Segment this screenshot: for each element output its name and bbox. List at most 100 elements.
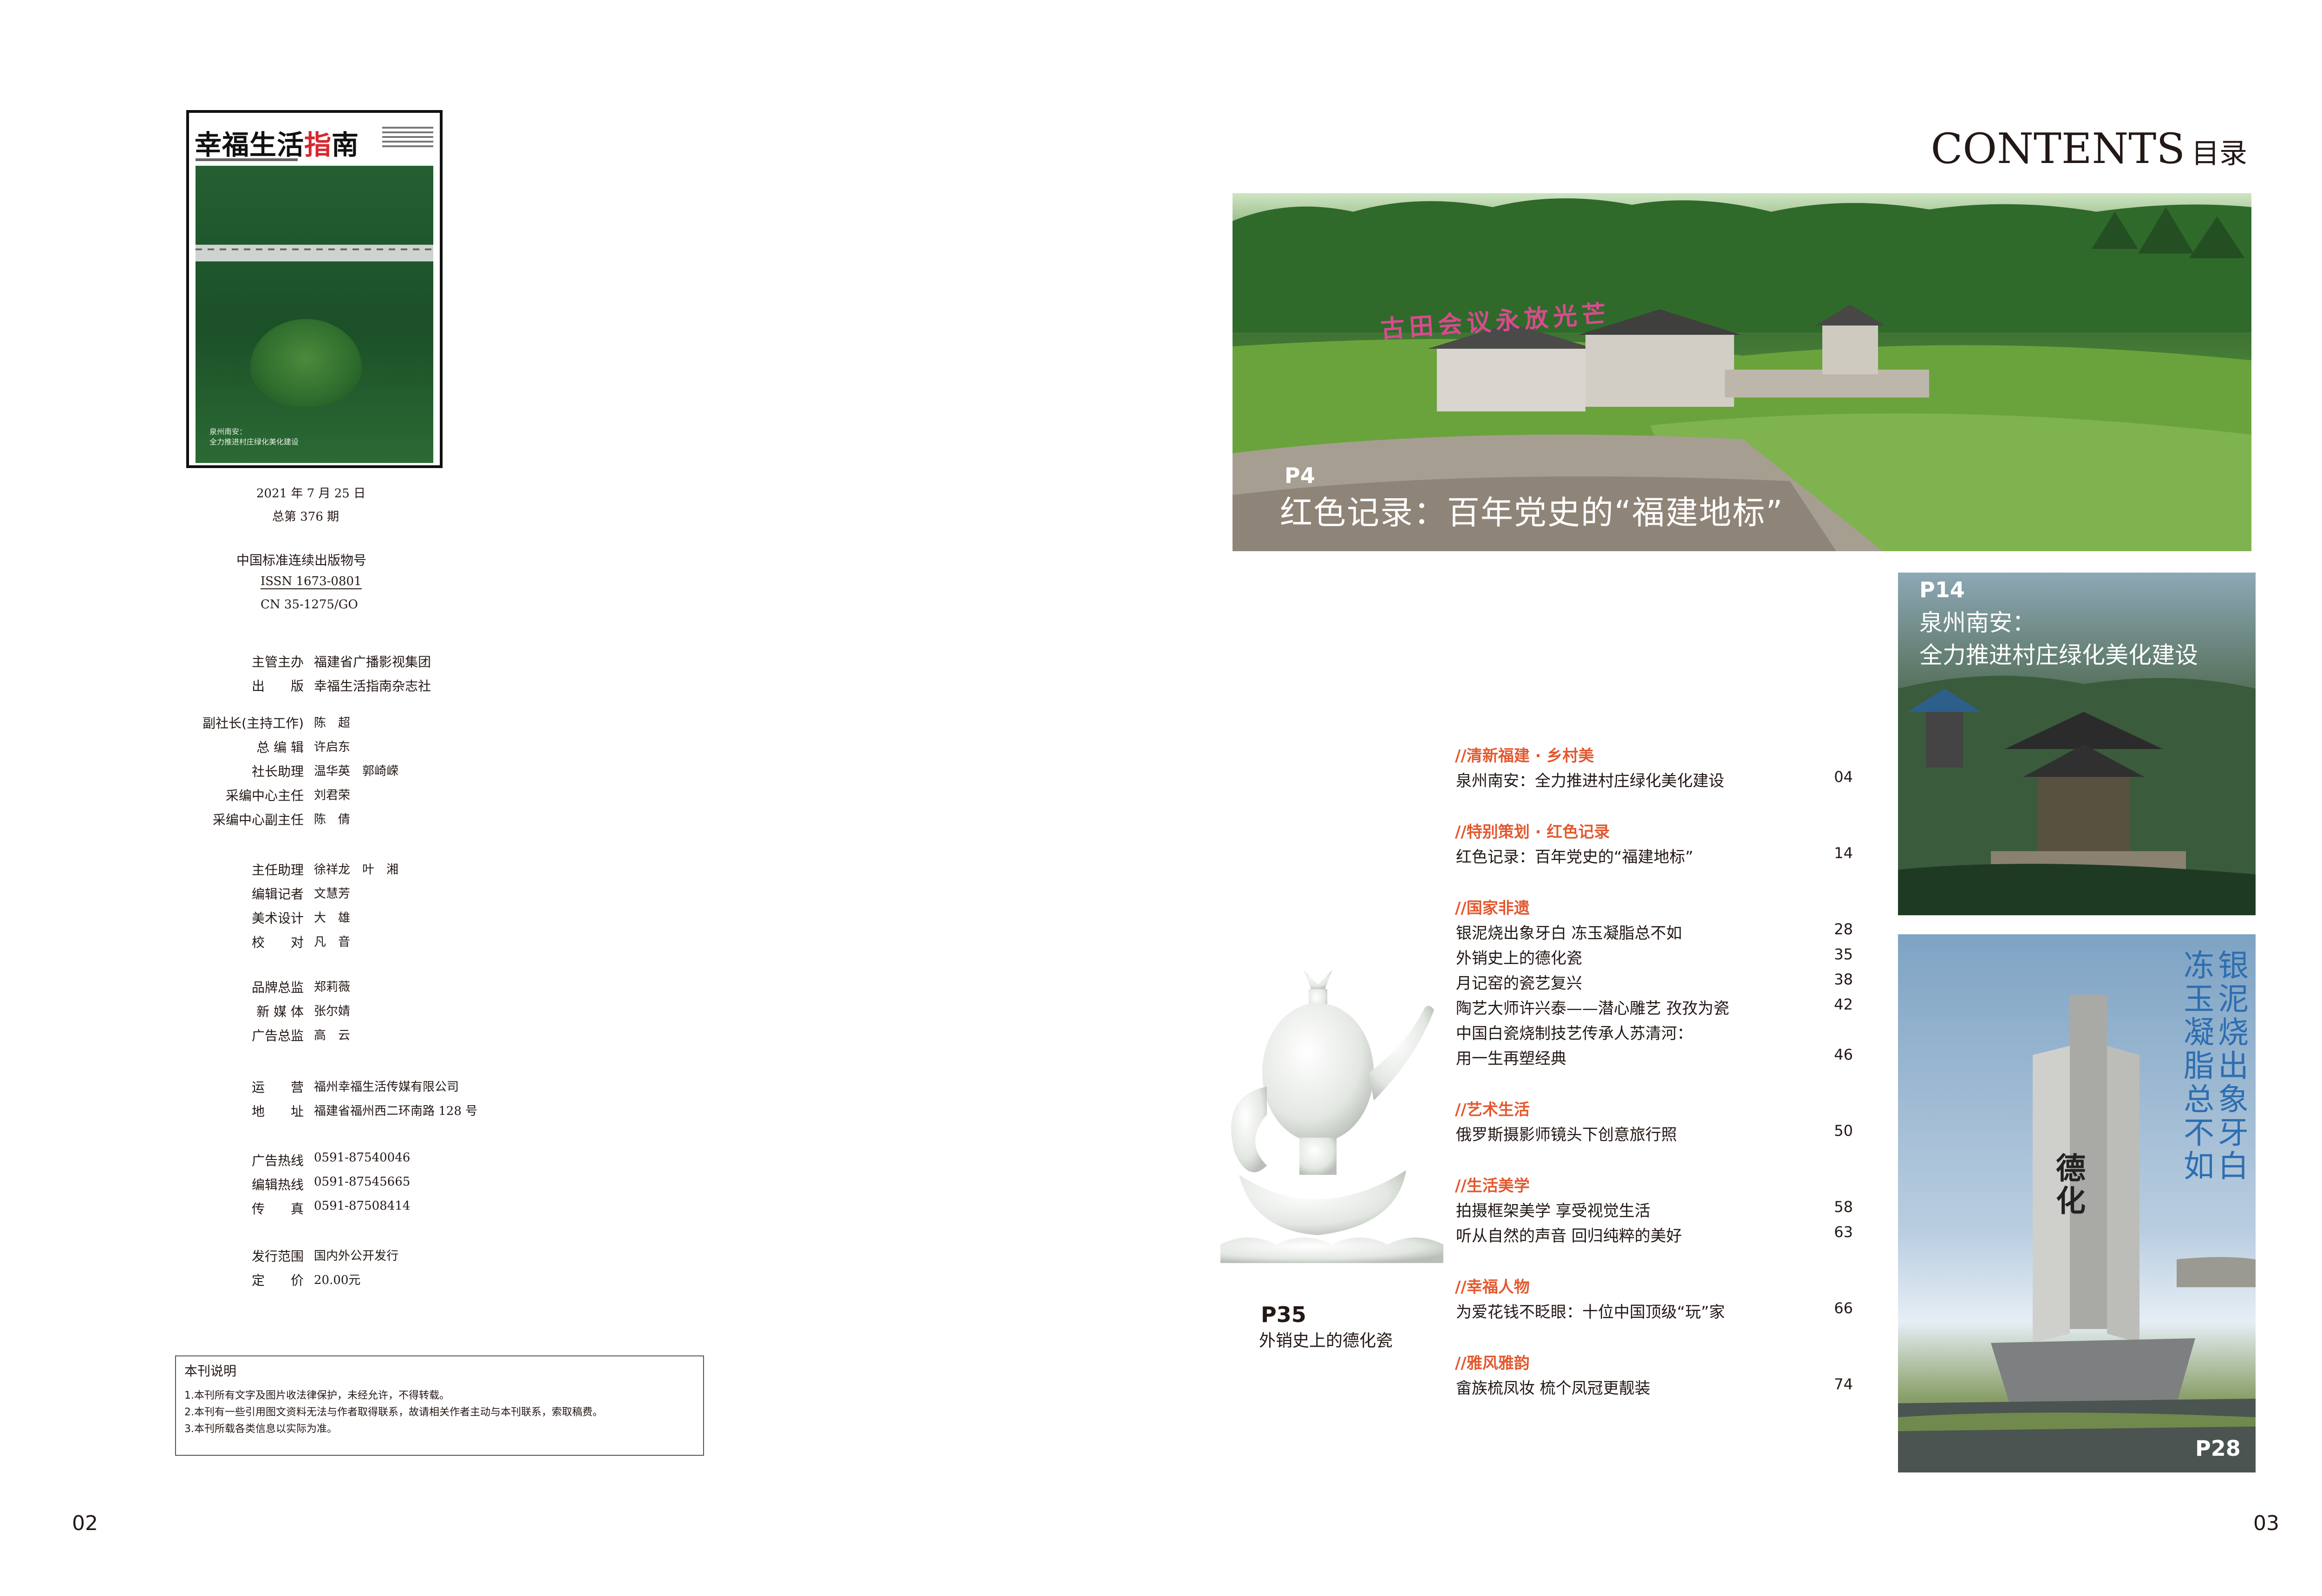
p4-label: P4 [1285, 463, 1315, 488]
p4-title: 红色记录：百年党史的“福建地标” [1280, 494, 1784, 532]
p14-label: P14 [1919, 577, 1965, 602]
masthead-value: 大 雄 [314, 911, 351, 925]
p28-label: P28 [2195, 1436, 2241, 1461]
cover-bridge [196, 245, 433, 261]
toc-section-heading: //特别策划 · 红色记录 [1455, 823, 1610, 841]
monument-text: 德化 [2051, 1153, 2085, 1218]
cover-logo: 幸福生活指南 [195, 129, 359, 161]
toc-section-heading: //雅风雅韵 [1455, 1354, 1530, 1373]
masthead-value: 国内外公开发行 [314, 1249, 399, 1263]
masthead-value: 幸福生活指南杂志社 [314, 678, 431, 694]
masthead-label: 社长助理 [251, 764, 304, 779]
toc-section-heading: //生活美学 [1455, 1177, 1530, 1195]
feature-photo-p28: 德化 银泥烧出象牙白 冻玉凝脂总不如 P28 [1898, 934, 2256, 1472]
masthead-value: 刘君荣 [314, 788, 351, 802]
notice-line: 3.本刊所载各类信息以实际为准。 [184, 1423, 337, 1435]
masthead-value: 20.00元 [314, 1273, 361, 1287]
toc-page-number: 66 [1834, 1299, 1853, 1317]
masthead-label: 出 版 [251, 678, 304, 694]
masthead-value: 文慧芳 [314, 887, 351, 901]
masthead-value: 福州幸福生活传媒有限公司 [314, 1080, 459, 1094]
masthead-label: 采编中心副主任 [212, 812, 304, 827]
masthead-label: 定 价 [251, 1273, 304, 1288]
page-number-right: 03 [2253, 1511, 2279, 1535]
toc-page-number: 28 [1834, 920, 1853, 938]
toc-entry[interactable]: 月记窑的瓷艺复兴 [1456, 971, 1582, 993]
toc-page-number: 74 [1834, 1375, 1853, 1393]
toc-section-heading: //幸福人物 [1455, 1278, 1530, 1296]
masthead-label: 品牌总监 [251, 980, 304, 995]
toc-entry[interactable]: 外销史上的德化瓷 [1456, 945, 1582, 968]
masthead-value: 徐祥龙 叶 湘 [314, 863, 399, 877]
toc-page-number: 04 [1834, 768, 1853, 786]
toc-section-heading: //国家非遗 [1455, 899, 1530, 918]
feature-photo-p4: 古田会议永放光芒 P4 红色记录：百年党史的“福建地标” [1233, 193, 2251, 551]
masthead-value: 福建省福州西二环南路 128 号 [314, 1104, 478, 1118]
cover-caption: 泉州南安： 全力推进村庄绿化美化建设 [209, 427, 299, 446]
contents-heading: CONTENTS 目录 [1931, 124, 2247, 173]
toc-entry[interactable]: 银泥烧出象牙白 冻玉凝脂总不如 [1456, 920, 1682, 943]
masthead-label: 传 真 [251, 1201, 304, 1217]
cover-photo: 泉州南安： 全力推进村庄绿化美化建设 [196, 166, 433, 463]
masthead-label: 编辑热线 [251, 1177, 304, 1192]
porcelain-ewer-image [1220, 971, 1443, 1263]
p35-label: P35 [1261, 1302, 1306, 1327]
masthead-value: 陈 倩 [314, 813, 351, 827]
toc-entry[interactable]: 为爱花钱不眨眼：十位中国顶级“玩”家 [1456, 1299, 1725, 1322]
toc-entry[interactable]: 陶艺大师许兴泰——潜心雕艺 孜孜为瓷 [1456, 996, 1729, 1018]
cover-subline [196, 158, 298, 161]
masthead-value: 温华英 郭崎嵘 [314, 764, 399, 778]
masthead-label: 编辑记者 [251, 886, 304, 902]
toc-entry[interactable]: 畲族梳凤妆 梳个凤冠更靓装 [1456, 1375, 1650, 1398]
toc-entry[interactable]: 用一生再塑经典 [1456, 1046, 1566, 1068]
masthead-label: 地 址 [251, 1104, 304, 1119]
toc-page-number: 58 [1834, 1198, 1853, 1216]
issue-number: 总第 376 期 [272, 510, 339, 524]
page-number-left: 02 [72, 1511, 98, 1535]
toc-page-number: 50 [1834, 1122, 1853, 1140]
serial-label: 中国标准连续出版物号 [236, 553, 367, 568]
masthead-label: 发行范围 [251, 1249, 304, 1264]
toc-page-number: 35 [1834, 945, 1853, 963]
toc-section-heading: //清新福建 · 乡村美 [1455, 747, 1594, 765]
toc-entry[interactable]: 中国白瓷烧制技艺传承人苏清河： [1456, 1021, 1693, 1043]
masthead-value: 0591-87540046 [314, 1151, 411, 1165]
toc-entry[interactable]: 拍摄框架美学 享受视觉生活 [1456, 1198, 1650, 1221]
masthead-label: 校 对 [251, 935, 304, 950]
p14-line1: 泉州南安： [1919, 609, 2035, 636]
masthead-label: 广告总监 [251, 1028, 304, 1043]
masthead-label: 副社长(主持工作) [202, 716, 304, 731]
masthead-value: 0591-87508414 [314, 1199, 411, 1213]
toc-entry[interactable]: 泉州南安：全力推进村庄绿化美化建设 [1456, 768, 1724, 791]
toc-entry[interactable]: 俄罗斯摄影师镜头下创意旅行照 [1456, 1122, 1677, 1145]
masthead-value: 郑莉薇 [314, 980, 351, 994]
toc-entry[interactable]: 红色记录：百年党史的“福建地标” [1456, 844, 1693, 867]
masthead-value: 高 云 [314, 1029, 351, 1042]
toc-page-number: 14 [1834, 844, 1853, 862]
masthead-label: 主管主办 [251, 654, 304, 670]
cn-number: CN 35-1275/GO [261, 598, 358, 612]
p35-title: 外销史上的德化瓷 [1259, 1331, 1393, 1350]
masthead-label: 主任助理 [251, 862, 304, 878]
masthead-value: 陈 超 [314, 716, 351, 730]
masthead-value: 福建省广播影视集团 [314, 654, 431, 670]
masthead-value: 0591-87545665 [314, 1175, 411, 1189]
masthead-value: 张尔婧 [314, 1004, 351, 1018]
feature-photo-p14: P14 泉州南安： 全力推进村庄绿化美化建设 [1898, 573, 2256, 915]
masthead-value: 凡 音 [314, 935, 351, 949]
toc-page-number: 63 [1834, 1223, 1853, 1241]
masthead-label: 广告热线 [251, 1153, 304, 1168]
masthead-label: 总 编 辑 [256, 740, 304, 755]
masthead-label: 运 营 [251, 1080, 304, 1095]
cover-barcode-info [382, 127, 433, 150]
notice-title: 本刊说明 [184, 1363, 237, 1379]
notice-line: 1.本刊所有文字及图片收法律保护，未经允许，不得转载。 [184, 1390, 450, 1401]
p28-vertical-col2: 冻玉凝脂总不如 [2179, 949, 2214, 1183]
toc-page-number: 46 [1834, 1046, 1853, 1063]
issue-date: 2021 年 7 月 25 日 [256, 487, 366, 501]
notice-line: 2.本刊有一些引用图文资料无法与作者取得联系，故请相关作者主动与本刊联系，索取稿… [184, 1407, 603, 1418]
toc-page-number: 42 [1834, 996, 1853, 1013]
masthead-label: 新 媒 体 [256, 1004, 304, 1019]
masthead-label: 采编中心主任 [225, 788, 304, 803]
toc-entry[interactable]: 听从自然的声音 回归纯粹的美好 [1456, 1223, 1682, 1246]
